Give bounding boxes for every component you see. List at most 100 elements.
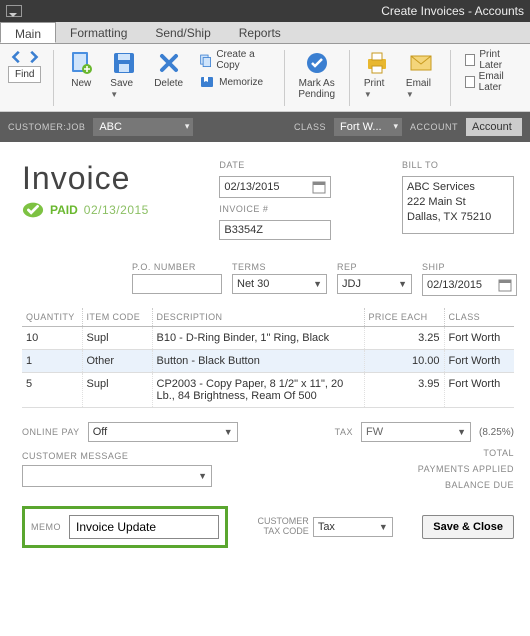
print-button[interactable]: Print ▼ (358, 48, 396, 102)
class-label: CLASS (294, 122, 326, 132)
email-button[interactable]: Email ▼ (400, 48, 442, 102)
delete-label: Delete (154, 78, 183, 89)
email-icon (408, 50, 434, 76)
rep-select[interactable]: JDJ▼ (337, 274, 412, 294)
cell-item[interactable]: Supl (82, 327, 152, 350)
date-field[interactable]: 02/13/2015 (219, 176, 331, 198)
new-button[interactable]: New (62, 48, 100, 91)
table-row[interactable]: 5SuplCP2003 - Copy Paper, 8 1/2" x 11", … (22, 373, 514, 408)
cell-qty[interactable]: 10 (22, 327, 82, 350)
customer-job-select[interactable]: ABC (93, 118, 193, 136)
cell-price[interactable]: 3.95 (364, 373, 444, 408)
window-title: Create Invoices - Accounts (22, 4, 524, 18)
email-later-toggle[interactable]: Email Later (465, 72, 520, 92)
col-price[interactable]: PRICE EACH (364, 308, 444, 327)
table-row[interactable]: 1OtherButton - Black Button10.00Fort Wor… (22, 350, 514, 373)
memorize-button[interactable]: Memorize (199, 72, 263, 92)
online-pay-label: ONLINE PAY (22, 427, 80, 437)
customer-msg-select[interactable]: ▼ (22, 465, 212, 487)
save-close-button[interactable]: Save & Close (422, 515, 514, 539)
mark-pending-l2: Pending (298, 89, 335, 100)
delete-button[interactable]: Delete (148, 48, 189, 91)
print-later-toggle[interactable]: Print Later (465, 50, 520, 70)
save-label: Save (110, 78, 133, 89)
invoice-no-value: B3354Z (224, 224, 263, 236)
tab-sendship[interactable]: Send/Ship (141, 22, 224, 43)
col-class[interactable]: CLASS (444, 308, 514, 327)
chevron-down-icon: ▼ (406, 90, 414, 99)
line-items-table: QUANTITY ITEM CODE DESCRIPTION PRICE EAC… (22, 308, 514, 408)
ship-label: SHIP (422, 262, 517, 272)
account-field[interactable] (466, 118, 522, 136)
rep-label: REP (337, 262, 412, 272)
menu-tabs: Main Formatting Send/Ship Reports (0, 22, 530, 44)
chevron-down-icon: ▼ (379, 522, 388, 532)
terms-label: TERMS (232, 262, 327, 272)
payments-label: PAYMENTS APPLIED (418, 464, 514, 474)
page-title: Invoice (22, 160, 149, 197)
save-icon (111, 50, 137, 76)
new-label: New (71, 78, 91, 89)
billto-field[interactable]: ABC Services 222 Main St Dallas, TX 7521… (402, 176, 514, 234)
checkbox-icon (465, 76, 475, 88)
cell-desc[interactable]: Button - Black Button (152, 350, 364, 373)
delete-icon (156, 50, 182, 76)
save-button[interactable]: Save ▼ (104, 48, 144, 102)
billto-label: BILL TO (402, 160, 514, 170)
tax-rate: (8.25%) (479, 427, 514, 438)
table-row[interactable]: 10SuplB10 - D-Ring Binder, 1" Ring, Blac… (22, 327, 514, 350)
copy-icon (199, 52, 212, 68)
cell-price[interactable]: 3.25 (364, 327, 444, 350)
cell-item[interactable]: Supl (82, 373, 152, 408)
mark-pending-button[interactable]: Mark As Pending (292, 48, 341, 102)
customer-job-label: CUSTOMER:JOB (8, 122, 85, 132)
find-button[interactable]: Find (8, 66, 41, 83)
chevron-down-icon: ▼ (398, 279, 407, 289)
create-copy-button[interactable]: Create a Copy (199, 50, 269, 70)
chevron-down-icon: ▼ (110, 90, 118, 99)
paid-label: PAID (50, 203, 78, 217)
date-value: 02/13/2015 (224, 181, 279, 193)
tab-formatting[interactable]: Formatting (56, 22, 141, 43)
cell-class[interactable]: Fort Worth (444, 373, 514, 408)
col-item[interactable]: ITEM CODE (82, 308, 152, 327)
cell-class[interactable]: Fort Worth (444, 327, 514, 350)
new-icon (68, 50, 94, 76)
cust-tax-l2: TAX CODE (257, 527, 308, 537)
cell-class[interactable]: Fort Worth (444, 350, 514, 373)
tab-main[interactable]: Main (0, 22, 56, 43)
cell-desc[interactable]: B10 - D-Ring Binder, 1" Ring, Black (152, 327, 364, 350)
next-arrow-icon[interactable] (26, 50, 40, 64)
window-titlebar: Create Invoices - Accounts (0, 0, 530, 22)
customer-msg-label: CUSTOMER MESSAGE (22, 451, 128, 461)
chevron-down-icon: ▼ (364, 90, 372, 99)
class-select[interactable]: Fort W... (334, 118, 402, 136)
po-field[interactable] (132, 274, 222, 294)
ship-field[interactable]: 02/13/2015 (422, 274, 517, 296)
paid-date: 02/13/2015 (84, 203, 149, 217)
online-pay-select[interactable]: Off▼ (88, 422, 238, 442)
date-label: DATE (219, 160, 331, 170)
memorize-icon (199, 74, 215, 90)
memo-label: MEMO (31, 522, 61, 532)
tax-select[interactable]: FW▼ (361, 422, 471, 442)
prev-arrow-icon[interactable] (10, 50, 24, 64)
cell-item[interactable]: Other (82, 350, 152, 373)
terms-select[interactable]: Net 30▼ (232, 274, 327, 294)
invoice-no-field[interactable]: B3354Z (219, 220, 331, 240)
tax-label: TAX (335, 427, 353, 437)
col-qty[interactable]: QUANTITY (22, 308, 82, 327)
tab-reports[interactable]: Reports (225, 22, 295, 43)
window-menu-icon[interactable] (6, 5, 22, 17)
memo-input[interactable] (69, 515, 219, 539)
cell-qty[interactable]: 5 (22, 373, 82, 408)
memorize-label: Memorize (219, 77, 263, 88)
cell-qty[interactable]: 1 (22, 350, 82, 373)
cust-tax-select[interactable]: Tax▼ (313, 517, 393, 537)
col-desc[interactable]: DESCRIPTION (152, 308, 364, 327)
total-label: TOTAL (483, 448, 514, 458)
email-later-label: Email Later (479, 71, 520, 93)
cell-price[interactable]: 10.00 (364, 350, 444, 373)
email-label: Email (406, 78, 431, 89)
cell-desc[interactable]: CP2003 - Copy Paper, 8 1/2" x 11", 20 Lb… (152, 373, 364, 408)
